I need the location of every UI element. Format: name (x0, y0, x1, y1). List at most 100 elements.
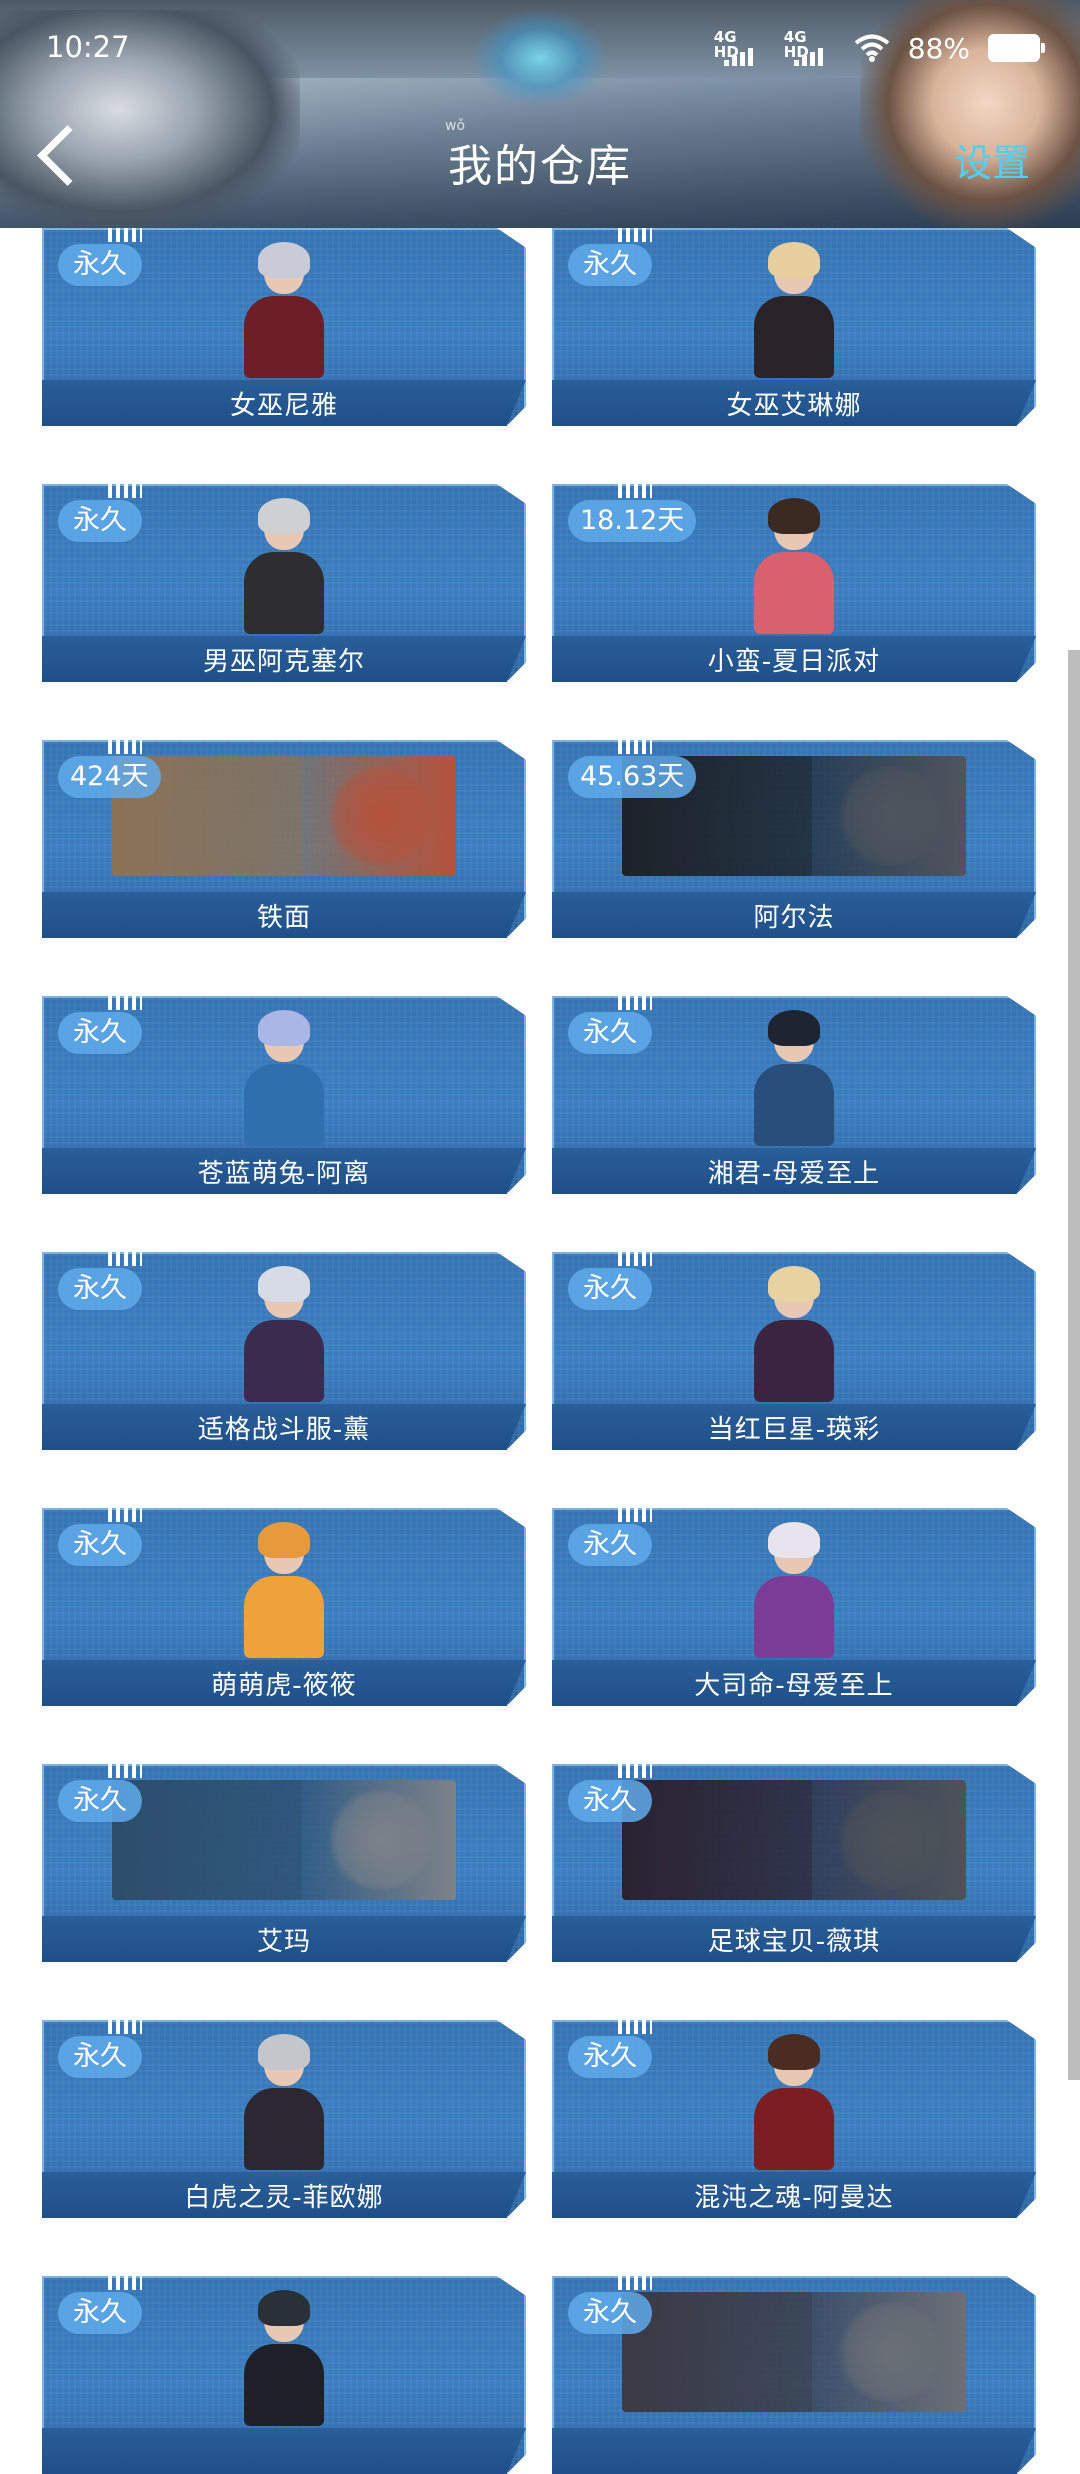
inventory-item-card[interactable]: 当红巨星-瑛彩 永久 (552, 1252, 1036, 1450)
signal-icon: 4G HD (714, 30, 766, 66)
status-time: 10:27 (46, 30, 130, 64)
duration-badge: 永久 (58, 2036, 142, 2078)
status-icons: 4G HD 4G HD 88% (714, 30, 1045, 66)
inventory-item-card[interactable]: 适格战斗服-薰 永久 (42, 1252, 526, 1450)
duration-badge: 永久 (58, 1780, 142, 1822)
signal-icon: 4G HD (784, 30, 836, 66)
character-portrait (234, 1522, 334, 1658)
card-name-bar (42, 2428, 526, 2474)
inventory-item-card[interactable]: 小蛮-夏日派对 18.12天 (552, 484, 1036, 682)
card-stripe-decoration (618, 1508, 652, 1522)
wifi-icon (854, 34, 890, 62)
inventory-item-card[interactable]: 男巫阿克塞尔 永久 (42, 484, 526, 682)
card-stripe-decoration (108, 484, 142, 498)
inventory-item-card[interactable]: 艾玛 永久 (42, 1764, 526, 1962)
card-name-bar (552, 2428, 1036, 2474)
inventory-item-card[interactable]: 铁面 424天 (42, 740, 526, 938)
duration-badge: 永久 (568, 1012, 652, 1054)
item-emblem-icon (326, 1790, 436, 1890)
card-stripe-decoration (108, 228, 142, 242)
duration-badge: 永久 (58, 1268, 142, 1310)
item-name: 大司命-母爱至上 (694, 1671, 894, 1701)
item-name: 铁面 (256, 903, 311, 933)
item-name: 小蛮-夏日派对 (707, 647, 881, 677)
character-portrait (234, 2034, 334, 2170)
card-stripe-decoration (618, 228, 652, 242)
page-title: 我的仓库 (448, 141, 632, 192)
character-portrait (744, 1266, 844, 1402)
inventory-item-card[interactable]: 阿尔法 45.63天 (552, 740, 1036, 938)
character-portrait (234, 1266, 334, 1402)
duration-badge: 424天 (58, 756, 161, 798)
card-stripe-decoration (618, 1252, 652, 1266)
inventory-item-card[interactable]: 女巫尼雅 永久 (42, 228, 526, 426)
duration-badge: 永久 (568, 2036, 652, 2078)
settings-button[interactable]: 设置 (954, 132, 1030, 187)
card-stripe-decoration (618, 740, 652, 754)
item-name: 男巫阿克塞尔 (202, 647, 365, 677)
item-emblem-icon (836, 1790, 946, 1890)
inventory-item-card[interactable]: 女巫艾琳娜 永久 (552, 228, 1036, 426)
card-stripe-decoration (618, 2020, 652, 2034)
duration-badge: 永久 (568, 1524, 652, 1566)
duration-badge: 18.12天 (568, 500, 697, 542)
item-banner-image (112, 756, 456, 876)
item-name: 白虎之灵-菲欧娜 (184, 2183, 384, 2213)
duration-badge: 永久 (58, 2292, 142, 2334)
character-portrait (234, 498, 334, 634)
item-name: 足球宝贝-薇琪 (707, 1927, 881, 1957)
character-portrait (744, 2034, 844, 2170)
inventory-item-card[interactable]: 湘君-母爱至上 永久 (552, 996, 1036, 1194)
inventory-item-card[interactable]: 苍蓝萌兔-阿离 永久 (42, 996, 526, 1194)
duration-badge: 永久 (58, 500, 142, 542)
item-name: 混沌之魂-阿曼达 (694, 2183, 894, 2213)
item-banner-image (622, 1780, 966, 1900)
scrollbar[interactable] (1068, 650, 1080, 2080)
inventory-item-card[interactable]: 白虎之灵-菲欧娜 永久 (42, 2020, 526, 2218)
character-portrait (744, 242, 844, 378)
item-emblem-icon (836, 766, 946, 866)
item-name: 湘君-母爱至上 (707, 1159, 881, 1189)
card-stripe-decoration (108, 1764, 142, 1778)
battery-percent: 88% (907, 31, 970, 65)
item-name: 当红巨星-瑛彩 (707, 1415, 881, 1445)
card-stripe-decoration (618, 484, 652, 498)
duration-badge: 永久 (58, 1524, 142, 1566)
character-portrait (744, 498, 844, 634)
card-stripe-decoration (108, 740, 142, 754)
item-emblem-icon (836, 2302, 946, 2402)
card-stripe-decoration (108, 1252, 142, 1266)
inventory-item-card[interactable]: 永久 (42, 2276, 526, 2474)
inventory-item-card[interactable]: 足球宝贝-薇琪 永久 (552, 1764, 1036, 1962)
item-name: 适格战斗服-薰 (197, 1415, 371, 1445)
item-banner-image (112, 1780, 456, 1900)
item-name: 苍蓝萌兔-阿离 (197, 1159, 371, 1189)
card-stripe-decoration (618, 2276, 652, 2290)
character-portrait (744, 1010, 844, 1146)
card-stripe-decoration (618, 1764, 652, 1778)
item-name: 艾玛 (256, 1927, 311, 1957)
character-portrait (744, 1522, 844, 1658)
character-portrait (234, 2290, 334, 2426)
duration-badge: 45.63天 (568, 756, 697, 798)
duration-badge: 永久 (568, 244, 652, 286)
card-stripe-decoration (108, 996, 142, 1010)
duration-badge: 永久 (568, 2292, 652, 2334)
item-name: 萌萌虎-筱筱 (211, 1671, 357, 1701)
card-stripe-decoration (618, 996, 652, 1010)
card-stripe-decoration (108, 1508, 142, 1522)
item-name: 女巫尼雅 (229, 391, 338, 421)
character-portrait (234, 1010, 334, 1146)
card-stripe-decoration (108, 2276, 142, 2290)
duration-badge: 永久 (568, 1780, 652, 1822)
inventory-item-card[interactable]: 永久 (552, 2276, 1036, 2474)
inventory-item-card[interactable]: 大司命-母爱至上 永久 (552, 1508, 1036, 1706)
item-emblem-icon (326, 766, 436, 866)
inventory-item-card[interactable]: 萌萌虎-筱筱 永久 (42, 1508, 526, 1706)
inventory-item-card[interactable]: 混沌之魂-阿曼达 永久 (552, 2020, 1036, 2218)
item-name: 女巫艾琳娜 (726, 391, 862, 421)
duration-badge: 永久 (58, 1012, 142, 1054)
character-portrait (234, 242, 334, 378)
item-name: 阿尔法 (753, 903, 835, 933)
item-banner-image (622, 2292, 966, 2412)
